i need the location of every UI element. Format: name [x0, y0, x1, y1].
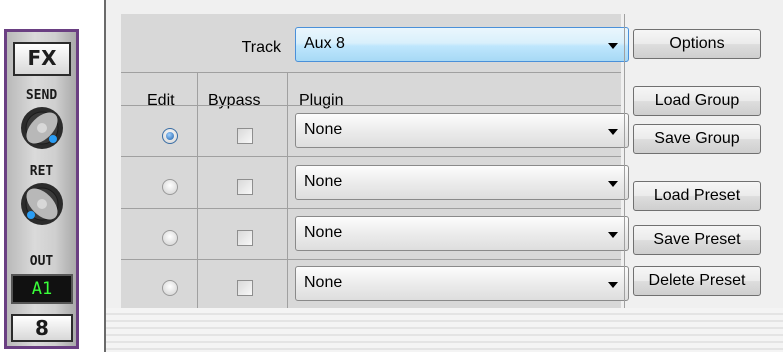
panel-footer [106, 308, 783, 352]
track-select[interactable]: Aux 8 [295, 27, 629, 62]
col-header-edit: Edit [147, 92, 175, 109]
save-preset-button[interactable]: Save Preset [633, 225, 761, 255]
edit-radio[interactable] [162, 230, 178, 246]
bypass-checkbox[interactable] [237, 179, 253, 195]
plugin-grid: Track Aux 8 Edit Bypass Plugin None None [121, 14, 629, 308]
bypass-checkbox[interactable] [237, 128, 253, 144]
track-label: Track [241, 39, 281, 56]
channel-strip: FX SEND RET OUT A1 8 [4, 29, 79, 349]
plugin-value: None [304, 274, 343, 291]
plugin-select[interactable]: None [295, 113, 629, 148]
fx-button[interactable]: FX [13, 42, 71, 76]
ret-label: RET [29, 164, 54, 179]
header-divider-top [121, 72, 621, 73]
header-divider-bottom [121, 105, 621, 106]
plugin-value: None [304, 173, 343, 190]
load-group-button[interactable]: Load Group [633, 86, 761, 116]
column-divider [287, 72, 288, 308]
delete-preset-button[interactable]: Delete Preset [633, 266, 761, 296]
send-label: SEND [25, 88, 58, 103]
row-divider [121, 208, 621, 209]
plugin-select[interactable]: None [295, 165, 629, 200]
save-group-button[interactable]: Save Group [633, 124, 761, 154]
plugin-value: None [304, 224, 343, 241]
ret-knob[interactable] [18, 180, 66, 228]
chevron-down-icon [608, 129, 618, 135]
chevron-down-icon [608, 232, 618, 238]
plugin-select[interactable]: None [295, 216, 629, 251]
side-divider [624, 14, 625, 308]
column-divider [197, 72, 198, 308]
edit-radio[interactable] [162, 128, 178, 144]
track-value: Aux 8 [304, 35, 345, 52]
load-preset-button[interactable]: Load Preset [633, 181, 761, 211]
row-divider [121, 259, 621, 260]
send-knob[interactable] [18, 104, 66, 152]
plugin-select[interactable]: None [295, 266, 629, 301]
options-button[interactable]: Options [633, 29, 761, 59]
out-display[interactable]: A1 [11, 274, 73, 304]
chevron-down-icon [608, 282, 618, 288]
row-divider [121, 156, 621, 157]
bypass-checkbox[interactable] [237, 230, 253, 246]
col-header-plugin: Plugin [299, 92, 344, 109]
chevron-down-icon [608, 181, 618, 187]
out-label: OUT [29, 254, 54, 269]
col-header-bypass: Bypass [208, 92, 261, 109]
chevron-down-icon [608, 43, 618, 49]
plugin-value: None [304, 121, 343, 138]
edit-radio[interactable] [162, 179, 178, 195]
channel-number: 8 [11, 314, 73, 342]
edit-radio[interactable] [162, 280, 178, 296]
fx-panel: Track Aux 8 Edit Bypass Plugin None None [104, 0, 783, 352]
bypass-checkbox[interactable] [237, 280, 253, 296]
